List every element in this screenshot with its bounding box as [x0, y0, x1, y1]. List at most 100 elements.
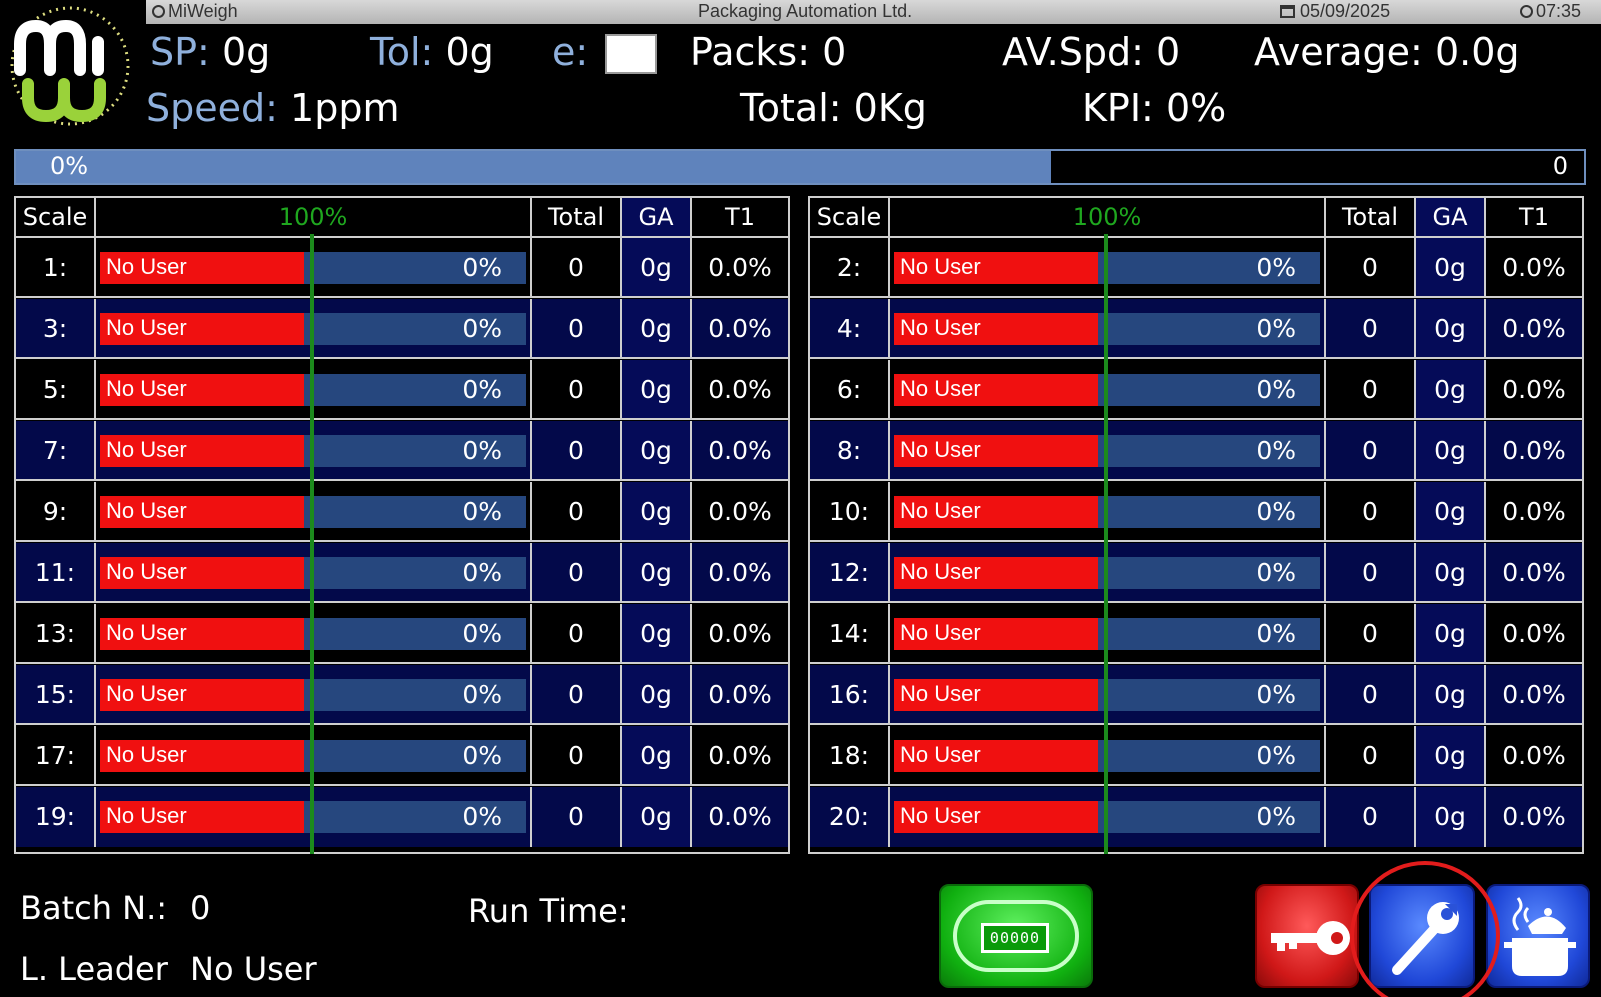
scale-ga: 0g	[622, 299, 692, 357]
header-target: 100%	[96, 198, 532, 236]
table-row[interactable]: 13: No User 0% 0 0g 0.0%	[16, 604, 788, 664]
miweigh-logo	[10, 6, 130, 126]
login-button[interactable]	[1255, 884, 1359, 988]
tolerance: Tol: 0g	[370, 30, 494, 74]
user-label: No User	[894, 313, 1098, 345]
table-row[interactable]: 7: No User 0% 0 0g 0.0%	[16, 421, 788, 481]
table-header: Scale 100% Total GA T1	[16, 198, 788, 238]
table-row[interactable]: 18: No User 0% 0 0g 0.0%	[810, 726, 1582, 786]
fill-bar-cell: No User 0%	[96, 299, 532, 357]
highlight-ring	[1350, 861, 1500, 997]
scale-t1: 0.0%	[692, 604, 788, 662]
user-label: No User	[894, 801, 1098, 833]
scale-t1: 0.0%	[1486, 665, 1582, 723]
run-time-label: Run Time:	[468, 892, 629, 930]
batch-number-value: 0	[190, 889, 211, 927]
scale-t1: 0.0%	[692, 665, 788, 723]
fill-percent: 0%	[1256, 253, 1296, 282]
fill-bar-cell: No User 0%	[890, 299, 1326, 357]
scale-number: 8:	[810, 421, 890, 479]
fill-percent: 0%	[462, 558, 502, 587]
table-row[interactable]: 16: No User 0% 0 0g 0.0%	[810, 665, 1582, 725]
header-t1: T1	[1519, 203, 1549, 231]
scale-t1: 0.0%	[1486, 299, 1582, 357]
fill-bar-cell: No User 0%	[96, 726, 532, 784]
scale-total: 0	[1326, 238, 1416, 296]
table-row[interactable]: 8: No User 0% 0 0g 0.0%	[810, 421, 1582, 481]
scale-ga: 0g	[622, 482, 692, 540]
table-row[interactable]: 15: No User 0% 0 0g 0.0%	[16, 665, 788, 725]
table-row[interactable]: 4: No User 0% 0 0g 0.0%	[810, 299, 1582, 359]
scale-table-left: Scale 100% Total GA T1 1: No User 0% 0 0g 0.0% 3: No…	[14, 196, 790, 854]
scale-number: 13:	[16, 604, 96, 662]
scale-t1: 0.0%	[692, 543, 788, 601]
header-total: Total	[532, 198, 622, 236]
scale-ga: 0g	[1416, 238, 1486, 296]
scale-ga: 0g	[622, 543, 692, 601]
fill-bar-cell: No User 0%	[96, 604, 532, 662]
fill-bar-cell: No User 0%	[890, 238, 1326, 296]
fill-bar-cell: No User 0%	[96, 543, 532, 601]
scale-number: 2:	[810, 238, 890, 296]
table-row[interactable]: 17: No User 0% 0 0g 0.0%	[16, 726, 788, 786]
fill-percent: 0%	[1256, 558, 1296, 587]
user-label: No User	[100, 740, 304, 772]
fill-bar-cell: No User 0%	[96, 482, 532, 540]
calendar-icon	[1280, 5, 1295, 18]
scale-total: 0	[1326, 299, 1416, 357]
header-ga: GA	[622, 198, 692, 236]
table-row[interactable]: 3: No User 0% 0 0g 0.0%	[16, 299, 788, 359]
table-row[interactable]: 2: No User 0% 0 0g 0.0%	[810, 238, 1582, 298]
e-indicator[interactable]	[605, 34, 657, 74]
header-scale: Scale	[810, 198, 890, 236]
fill-percent: 0%	[1256, 619, 1296, 648]
table-row[interactable]: 14: No User 0% 0 0g 0.0%	[810, 604, 1582, 664]
fill-percent: 0%	[1256, 741, 1296, 770]
header-total: Total	[1326, 198, 1416, 236]
scale-ga: 0g	[622, 726, 692, 784]
fill-percent: 0%	[1256, 375, 1296, 404]
table-row[interactable]: 9: No User 0% 0 0g 0.0%	[16, 482, 788, 542]
time-display: 07:35	[1520, 1, 1581, 22]
table-row[interactable]: 10: No User 0% 0 0g 0.0%	[810, 482, 1582, 542]
fill-percent: 0%	[462, 619, 502, 648]
scale-total: 0	[532, 543, 622, 601]
table-row[interactable]: 6: No User 0% 0 0g 0.0%	[810, 360, 1582, 420]
scale-total: 0	[1326, 787, 1416, 847]
table-row[interactable]: 19: No User 0% 0 0g 0.0%	[16, 787, 788, 847]
app-name: MiWeigh	[152, 1, 238, 22]
user-label: No User	[100, 435, 304, 467]
progress-percent: 0%	[50, 152, 89, 180]
scale-ga: 0g	[622, 787, 692, 847]
fill-percent: 0%	[462, 375, 502, 404]
app-icon	[152, 5, 165, 18]
fill-bar-cell: No User 0%	[890, 726, 1326, 784]
fill-bar-cell: No User 0%	[890, 360, 1326, 418]
scale-number: 11:	[16, 543, 96, 601]
scale-total: 0	[532, 604, 622, 662]
recipe-button[interactable]	[1486, 884, 1590, 988]
table-row[interactable]: 12: No User 0% 0 0g 0.0%	[810, 543, 1582, 603]
table-row[interactable]: 1: No User 0% 0 0g 0.0%	[16, 238, 788, 298]
table-row[interactable]: 5: No User 0% 0 0g 0.0%	[16, 360, 788, 420]
header-t1: T1	[725, 203, 755, 231]
packs-count: Packs: 0	[690, 30, 847, 74]
fill-percent: 0%	[1256, 314, 1296, 343]
date-display: 05/09/2025	[1280, 1, 1390, 22]
scale-ga: 0g	[1416, 421, 1486, 479]
scale-ga: 0g	[1416, 787, 1486, 847]
user-label: No User	[100, 618, 304, 650]
scale-ga: 0g	[1416, 482, 1486, 540]
scale-number: 4:	[810, 299, 890, 357]
user-label: No User	[100, 679, 304, 711]
fill-bar-cell: No User 0%	[96, 665, 532, 723]
scale-t1: 0.0%	[692, 360, 788, 418]
table-row[interactable]: 11: No User 0% 0 0g 0.0%	[16, 543, 788, 603]
scale-ga: 0g	[622, 421, 692, 479]
counter-icon: 00000	[981, 923, 1049, 953]
fill-bar-cell: No User 0%	[96, 360, 532, 418]
table-row[interactable]: 20: No User 0% 0 0g 0.0%	[810, 787, 1582, 847]
counter-button[interactable]: 00000	[939, 884, 1093, 988]
scale-number: 20:	[810, 787, 890, 847]
scale-total: 0	[532, 421, 622, 479]
